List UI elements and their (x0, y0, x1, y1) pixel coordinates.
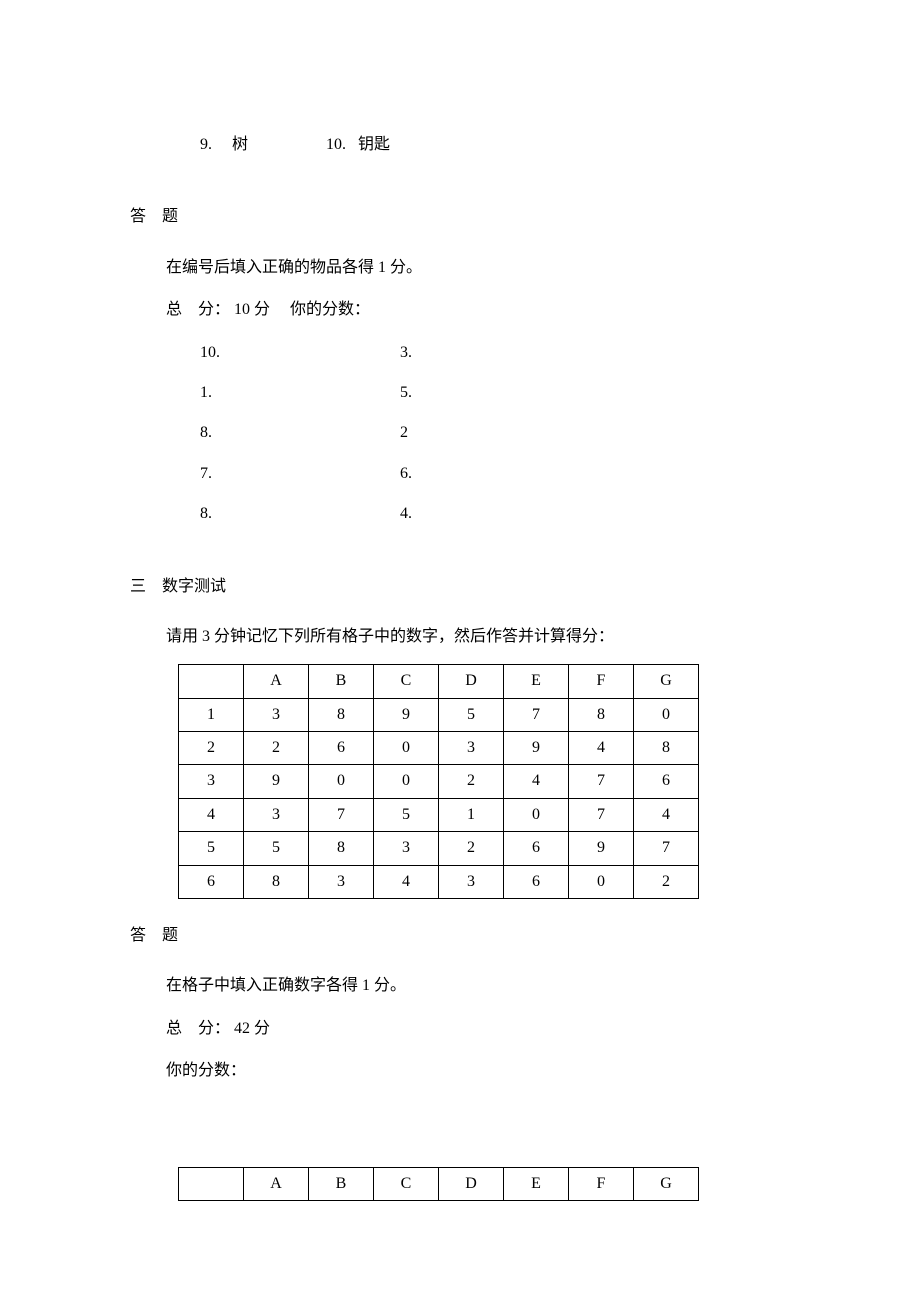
col-header: A (244, 665, 309, 698)
cell: 0 (504, 798, 569, 831)
col-header: C (374, 1167, 439, 1200)
cell: 0 (634, 698, 699, 731)
col-header: B (309, 665, 374, 698)
row-header: 6 (179, 865, 244, 898)
col-header: F (569, 1167, 634, 1200)
col-header: D (439, 1167, 504, 1200)
cell: 0 (309, 765, 374, 798)
cell: 7 (504, 698, 569, 731)
cell: 4 (504, 765, 569, 798)
cell: 8 (309, 698, 374, 731)
table-row: 6 8 3 4 3 6 0 2 (179, 865, 699, 898)
cell: 3 (244, 698, 309, 731)
blank-right-2: 2 (400, 418, 600, 448)
section-3-instruction: 请用 3 分钟记忆下列所有格子中的数字，然后作答并计算得分： (130, 622, 790, 652)
blank-right-1: 5. (400, 378, 600, 408)
answer-instruction-2: 在格子中填入正确数字各得 1 分。 (130, 971, 790, 1001)
col-header: C (374, 665, 439, 698)
col-header: D (439, 665, 504, 698)
cell: 2 (244, 732, 309, 765)
cell: 2 (439, 832, 504, 865)
answer-blanks-grid: 10. 3. 1. 5. 8. 2 7. 6. 8. 4. (200, 338, 790, 530)
blank-left-2: 8. (200, 418, 400, 448)
row-header: 2 (179, 732, 244, 765)
blank-right-0: 3. (400, 338, 600, 368)
cell: 7 (309, 798, 374, 831)
table-corner-blank (179, 665, 244, 698)
cell: 9 (244, 765, 309, 798)
total-score-line-2: 总 分： 42 分 (130, 1014, 790, 1044)
answer-table-header-row: A B C D E F G (179, 1167, 699, 1200)
row-header: 3 (179, 765, 244, 798)
cell: 5 (439, 698, 504, 731)
cell: 3 (244, 798, 309, 831)
item-10-text: 钥匙 (358, 136, 390, 153)
table-corner-blank (179, 1167, 244, 1200)
cell: 4 (569, 732, 634, 765)
cell: 8 (309, 832, 374, 865)
cell: 7 (569, 798, 634, 831)
section-3-heading: 三 数字测试 (130, 572, 790, 602)
cell: 6 (309, 732, 374, 765)
cell: 2 (439, 765, 504, 798)
table-row: 1 3 8 9 5 7 8 0 (179, 698, 699, 731)
col-header: F (569, 665, 634, 698)
item-9-text: 树 (232, 136, 248, 153)
col-header: A (244, 1167, 309, 1200)
col-header: G (634, 665, 699, 698)
item-10-number: 10. (326, 130, 354, 160)
prior-list-tail: 9. 树 10. 钥匙 (200, 130, 790, 160)
cell: 8 (634, 732, 699, 765)
table-row: 4 3 7 5 1 0 7 4 (179, 798, 699, 831)
cell: 1 (439, 798, 504, 831)
cell: 8 (244, 865, 309, 898)
blank-left-3: 7. (200, 459, 400, 489)
cell: 9 (569, 832, 634, 865)
col-header: G (634, 1167, 699, 1200)
cell: 4 (374, 865, 439, 898)
item-9-number: 9. (200, 130, 228, 160)
table-header-row: A B C D E F G (179, 665, 699, 698)
answer-heading-1: 答 题 (130, 202, 790, 232)
your-score-line: 你的分数： (130, 1056, 790, 1086)
cell: 5 (244, 832, 309, 865)
row-header: 5 (179, 832, 244, 865)
col-header: B (309, 1167, 374, 1200)
cell: 6 (634, 765, 699, 798)
answer-number-table: A B C D E F G (178, 1167, 699, 1201)
cell: 0 (374, 765, 439, 798)
col-header: E (504, 1167, 569, 1200)
col-header: E (504, 665, 569, 698)
total-score-line-1: 总 分： 10 分 你的分数： (130, 295, 790, 325)
table-row: 3 9 0 0 2 4 7 6 (179, 765, 699, 798)
blank-left-1: 1. (200, 378, 400, 408)
cell: 2 (634, 865, 699, 898)
cell: 5 (374, 798, 439, 831)
cell: 3 (309, 865, 374, 898)
cell: 4 (634, 798, 699, 831)
cell: 9 (504, 732, 569, 765)
cell: 0 (374, 732, 439, 765)
row-header: 1 (179, 698, 244, 731)
table-row: 2 2 6 0 3 9 4 8 (179, 732, 699, 765)
cell: 0 (569, 865, 634, 898)
cell: 9 (374, 698, 439, 731)
cell: 7 (569, 765, 634, 798)
cell: 6 (504, 865, 569, 898)
cell: 3 (374, 832, 439, 865)
number-table: A B C D E F G 1 3 8 9 5 7 8 0 2 2 6 0 3 … (178, 664, 699, 899)
cell: 7 (634, 832, 699, 865)
blank-right-3: 6. (400, 459, 600, 489)
blank-right-4: 4. (400, 499, 600, 529)
answer-instruction-1: 在编号后填入正确的物品各得 1 分。 (130, 253, 790, 283)
cell: 3 (439, 865, 504, 898)
blank-left-4: 8. (200, 499, 400, 529)
cell: 3 (439, 732, 504, 765)
cell: 6 (504, 832, 569, 865)
table-row: 5 5 8 3 2 6 9 7 (179, 832, 699, 865)
blank-left-0: 10. (200, 338, 400, 368)
answer-heading-2: 答 题 (130, 921, 790, 951)
cell: 8 (569, 698, 634, 731)
row-header: 4 (179, 798, 244, 831)
